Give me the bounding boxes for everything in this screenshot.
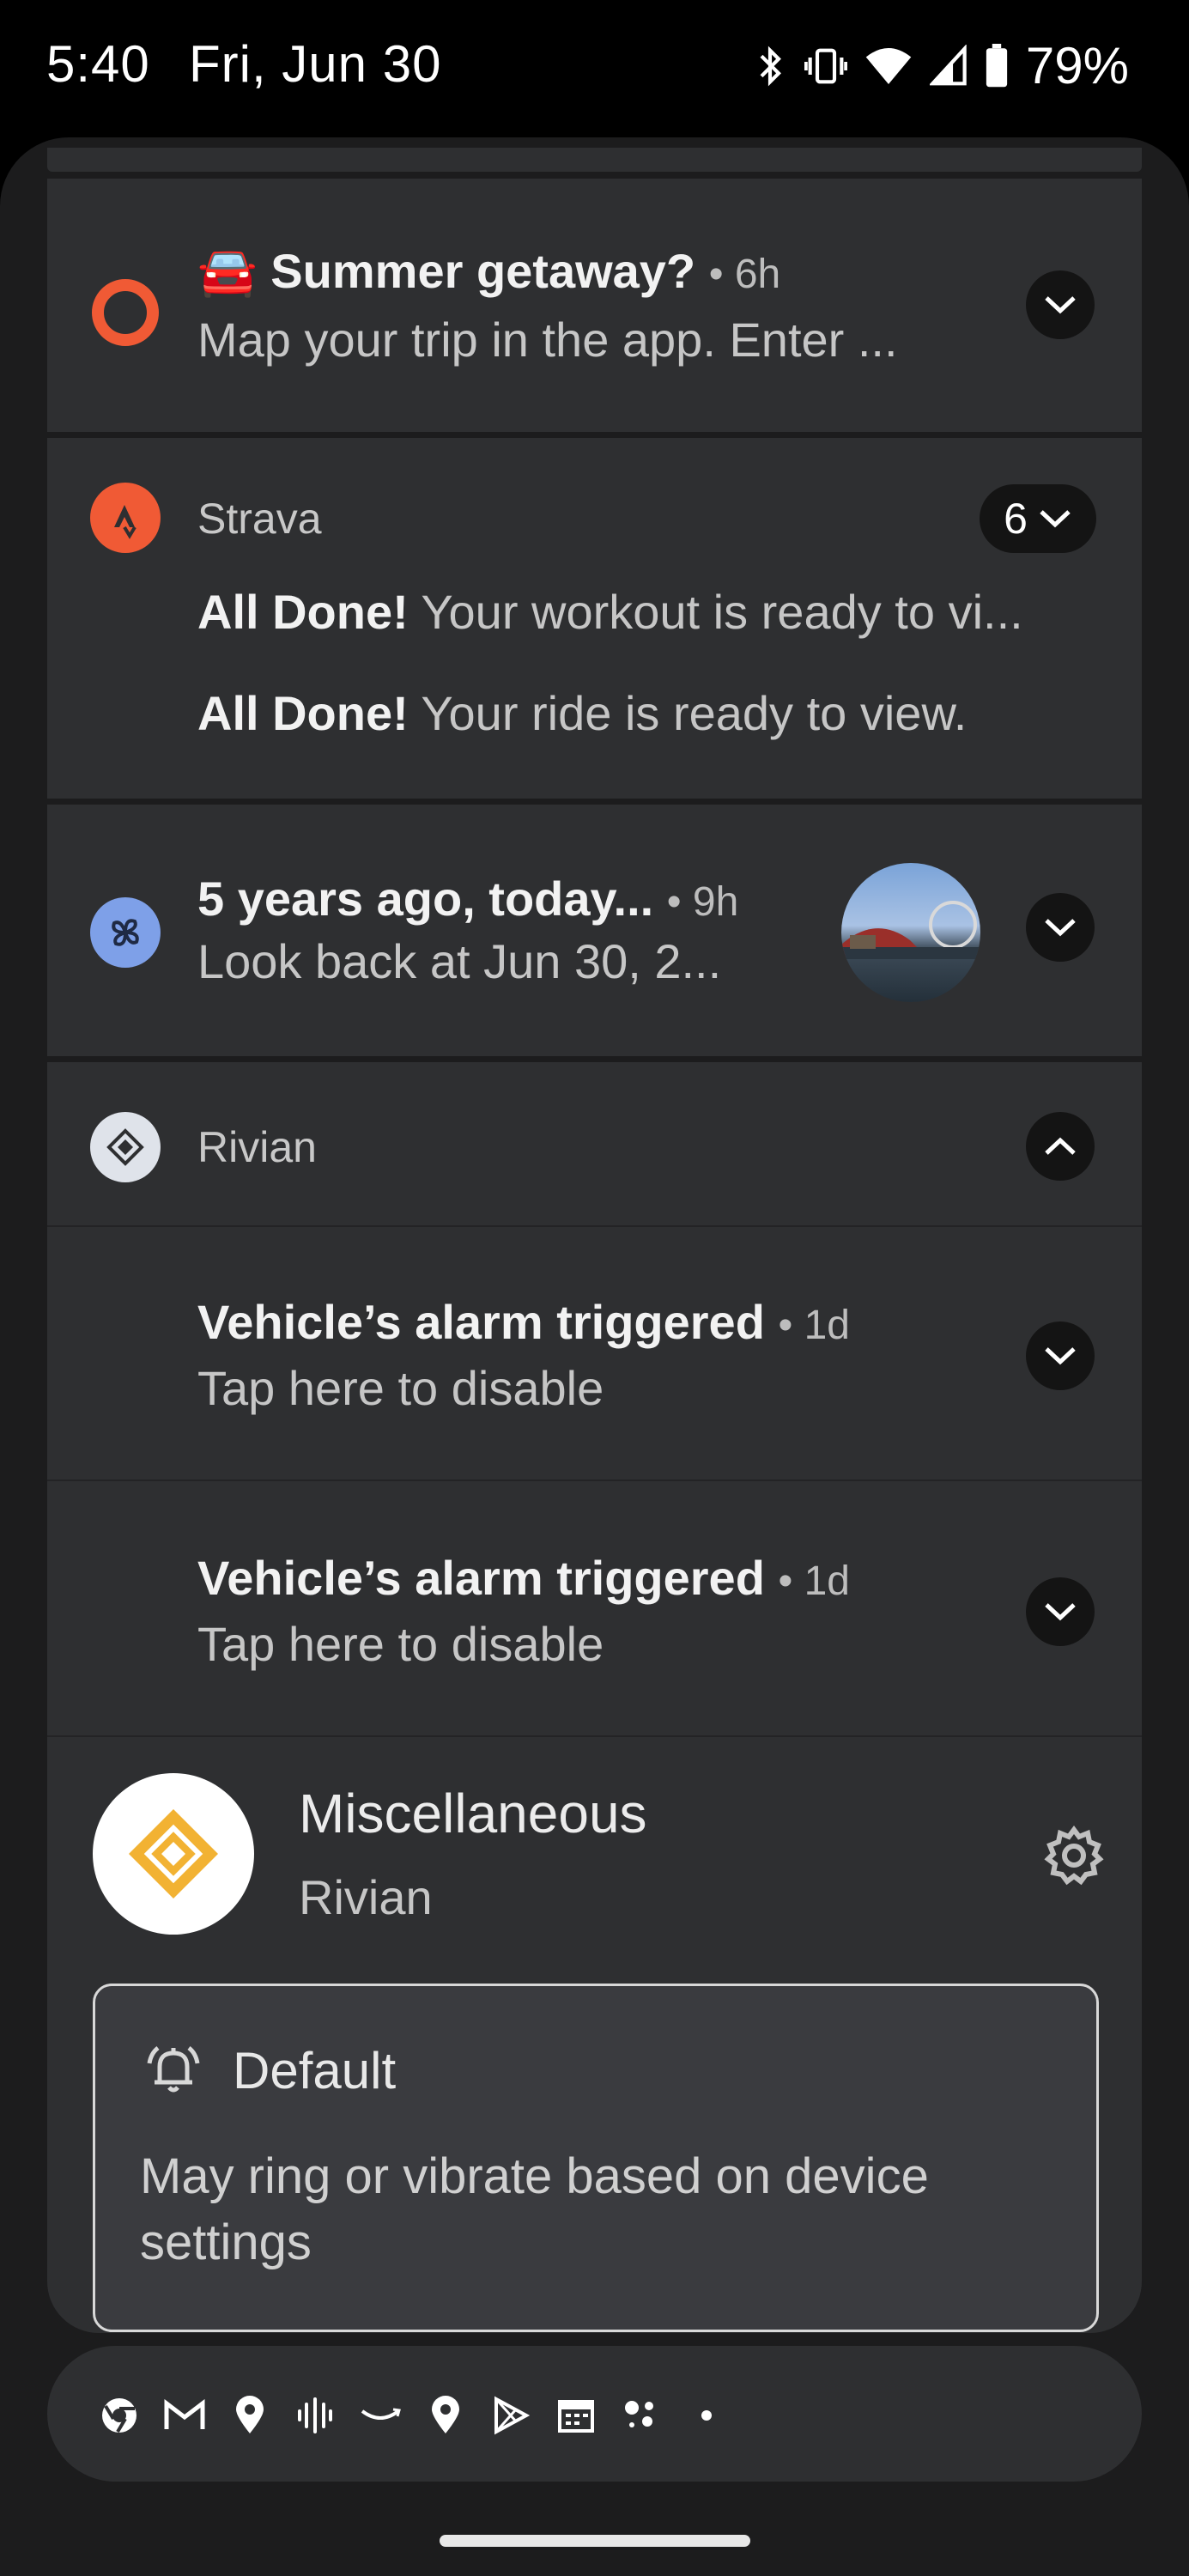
pinwheel-icon xyxy=(90,897,161,968)
bluetooth-icon xyxy=(753,45,787,88)
maps-pin-icon xyxy=(423,2393,468,2438)
notification-title: 🚘 Summer getaway? • 6h xyxy=(197,243,780,300)
default-description-line2: settings xyxy=(140,2215,312,2270)
strava-line-1: All Done! Your workout is ready to vi... xyxy=(197,584,1023,640)
rivian-icon xyxy=(90,1112,161,1182)
app-name: Rivian xyxy=(197,1123,317,1171)
assistant-icon xyxy=(619,2393,664,2438)
default-alert-option[interactable]: Default May ring or vibrate based on dev… xyxy=(93,1984,1099,2332)
gear-icon xyxy=(1044,1826,1104,1886)
rivian-app-logo xyxy=(93,1773,254,1935)
notification-title: 5 years ago, today... • 9h xyxy=(197,871,738,927)
wifi-icon xyxy=(864,45,913,88)
notification-time: • 9h xyxy=(666,879,739,925)
strava-icon xyxy=(90,483,161,553)
home-indicator[interactable] xyxy=(440,2535,750,2547)
collapse-button[interactable] xyxy=(1026,1112,1095,1181)
divider xyxy=(47,1225,1142,1227)
shelf-icon-row xyxy=(97,2393,729,2438)
expand-button[interactable] xyxy=(1026,893,1095,962)
memory-thumbnail[interactable] xyxy=(841,863,980,1002)
channel-app: Rivian xyxy=(299,1870,433,1924)
line-text: Your workout is ready to vi... xyxy=(408,585,1023,639)
gmail-icon xyxy=(162,2393,207,2438)
maps-pin-icon xyxy=(227,2393,272,2438)
title-text: Vehicle’s alarm triggered xyxy=(197,1551,765,1605)
group-count: 6 xyxy=(1004,495,1028,543)
title-text: Vehicle’s alarm triggered xyxy=(197,1295,765,1349)
notification-title: Vehicle’s alarm triggered • 1d xyxy=(197,1294,850,1350)
title-text: 5 years ago, today... xyxy=(197,872,654,926)
chevron-down-icon xyxy=(1045,1347,1076,1365)
app-name: Strava xyxy=(197,495,322,543)
notification-photos[interactable]: 5 years ago, today... • 9h Look back at … xyxy=(47,805,1142,1056)
chevron-down-icon xyxy=(1045,919,1076,937)
notification-title: Vehicle’s alarm triggered • 1d xyxy=(197,1550,850,1606)
signal-icon xyxy=(929,44,968,88)
previous-notification-edge[interactable] xyxy=(47,148,1142,172)
notification-shelf[interactable] xyxy=(47,2346,1142,2482)
default-description-line1: May ring or vibrate based on device xyxy=(140,2148,929,2204)
notification-time: • 1d xyxy=(778,1303,850,1348)
notification-strava[interactable]: Strava 6 All Done! Your workout is ready… xyxy=(47,438,1142,799)
status-date: Fri, Jun 30 xyxy=(189,35,442,93)
app-ring-icon xyxy=(90,277,161,348)
calendar-icon xyxy=(554,2393,598,2438)
channel-settings-button[interactable] xyxy=(1043,1825,1105,1886)
title-text: Summer getaway? xyxy=(270,244,696,298)
chevron-down-icon xyxy=(1040,510,1071,528)
chrome-icon xyxy=(97,2393,142,2438)
notification-body: Look back at Jun 30, 2... xyxy=(197,934,722,988)
channel-name: Miscellaneous xyxy=(299,1783,647,1844)
amazon-icon xyxy=(358,2393,403,2438)
ferris-wheel-photo-icon xyxy=(841,901,980,959)
notification-body: Tap here to disable xyxy=(197,1361,604,1415)
podcast-icon xyxy=(293,2393,337,2438)
status-bar: 5:40 Fri, Jun 30 79% xyxy=(0,0,1189,137)
bell-ringing-icon xyxy=(143,2038,204,2099)
expand-button[interactable] xyxy=(1026,1321,1095,1390)
notification-body: Map your trip in the app. Enter ... xyxy=(197,313,898,367)
rivian-logo-icon xyxy=(129,1809,218,1899)
notification-time: • 6h xyxy=(708,252,781,297)
notification-body: Tap here to disable xyxy=(197,1617,604,1671)
vibrate-icon xyxy=(804,45,847,88)
divider xyxy=(47,1479,1142,1481)
car-emoji-icon: 🚘 xyxy=(197,244,258,298)
battery-icon xyxy=(985,43,1009,88)
default-label: Default xyxy=(233,2042,397,2099)
group-expand-button[interactable]: 6 xyxy=(980,484,1096,553)
expand-button[interactable] xyxy=(1026,270,1095,339)
battery-percent: 79% xyxy=(1025,37,1129,94)
expand-button[interactable] xyxy=(1026,1577,1095,1646)
chevron-down-icon xyxy=(1045,1603,1076,1621)
play-store-icon xyxy=(488,2393,533,2438)
line-bold: All Done! xyxy=(197,686,409,740)
status-time: 5:40 xyxy=(46,35,150,93)
divider xyxy=(47,1735,1142,1737)
chevron-down-icon xyxy=(1045,296,1076,314)
line-text: Your ride is ready to view. xyxy=(408,686,968,740)
notification-time: • 1d xyxy=(778,1558,850,1604)
chevron-up-icon xyxy=(1045,1137,1076,1155)
strava-line-2: All Done! Your ride is ready to view. xyxy=(197,685,967,741)
line-bold: All Done! xyxy=(197,585,409,639)
status-icons: 79% xyxy=(753,36,1129,95)
notification-getaway[interactable]: 🚘 Summer getaway? • 6h Map your trip in … xyxy=(47,179,1142,432)
more-dot-icon xyxy=(684,2393,729,2438)
